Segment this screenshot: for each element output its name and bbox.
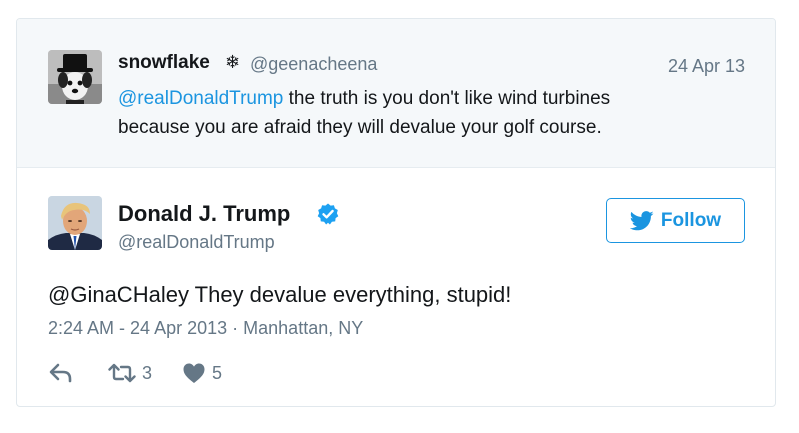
tweet-actions: 3 5 [48,359,222,387]
verified-badge-icon [317,203,339,225]
like-button[interactable]: 5 [182,362,222,384]
tweet-meta: 2:24 AM - 24 Apr 2013 · Manhattan, NY [48,318,363,339]
quoted-mention-link[interactable]: @realDonaldTrump [118,88,283,109]
author-handle[interactable]: @realDonaldTrump [118,232,275,253]
quoted-text-line1: the truth is you don't like wind turbine… [283,88,611,109]
follow-button-label: Follow [660,209,722,231]
quoted-display-name[interactable]: snowflake [118,52,210,74]
tweet-timestamp-link[interactable]: 2:24 AM - 24 Apr 2013 [48,318,227,338]
quoted-handle[interactable]: @geenacheena [250,54,377,75]
dog-in-top-hat-avatar-icon [48,50,102,104]
quoted-tweet[interactable]: snowflake ❄ @geenacheena 24 Apr 13 @real… [17,19,775,168]
quoted-text-line2: because you are afraid they will devalue… [118,117,602,138]
retweet-icon [108,363,136,383]
tweet-text: @GinaCHaley They devalue everything, stu… [48,282,512,307]
meta-separator: · [232,318,239,338]
snowflake-icon: ❄ [225,52,241,72]
twitter-bird-icon [629,210,654,230]
heart-icon [183,363,205,383]
quoted-avatar[interactable] [48,50,102,104]
retweet-button[interactable]: 3 [108,362,152,384]
reply-button[interactable] [48,362,74,384]
tweet-location-link[interactable]: Manhattan, NY [243,318,363,338]
quoted-tweet-text: @realDonaldTrump the truth is you don't … [118,84,738,142]
embedded-tweet-card: snowflake ❄ @geenacheena 24 Apr 13 @real… [16,18,776,407]
retweet-count: 3 [142,362,153,383]
like-count: 5 [212,362,223,383]
author-avatar[interactable] [48,196,102,250]
quoted-date[interactable]: 24 Apr 13 [668,56,745,77]
reply-icon [49,363,72,383]
follow-button[interactable]: Follow [606,198,745,243]
author-portrait-icon [48,196,102,250]
author-display-name[interactable]: Donald J. Trump [118,201,290,227]
